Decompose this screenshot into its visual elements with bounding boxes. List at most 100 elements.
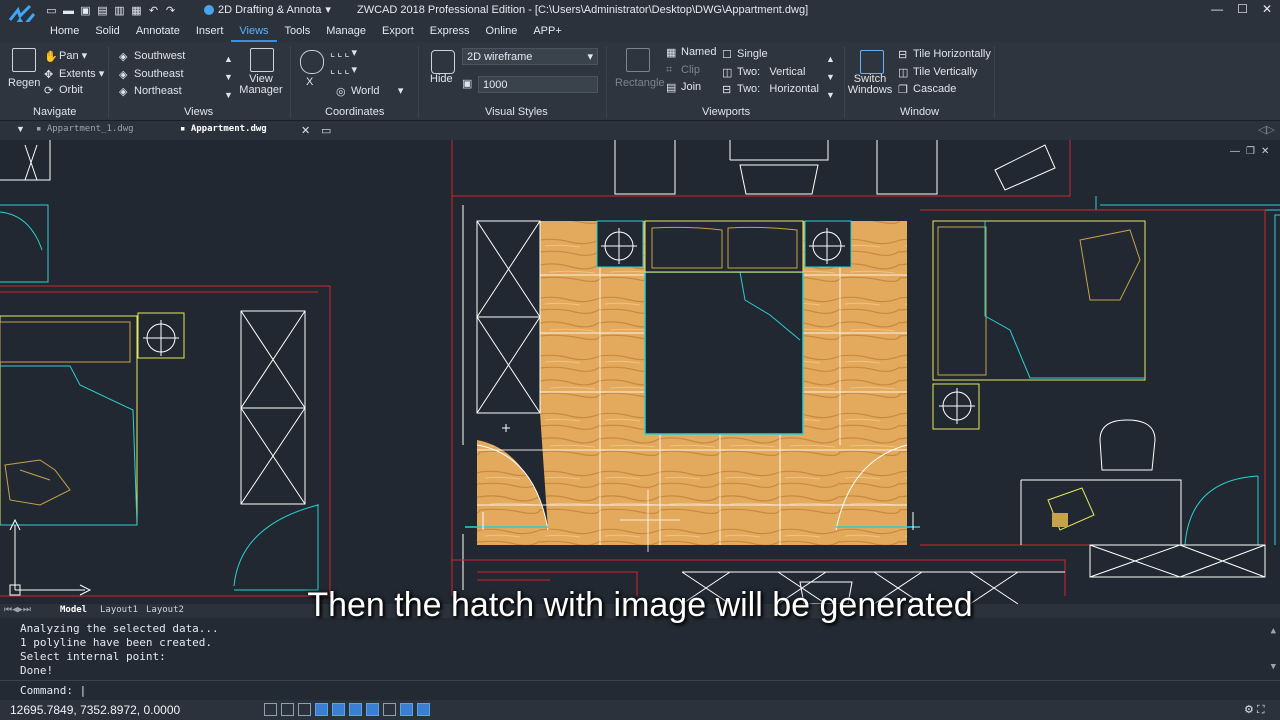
switch-windows-button[interactable]: Switch Windows [847, 74, 893, 96]
tab-online[interactable]: Online [478, 24, 526, 42]
join-label: Join [681, 81, 702, 93]
views-scroll[interactable]: ▲ ▼ ▼ [224, 50, 233, 104]
grid-toggle[interactable] [281, 703, 294, 716]
ucs-icon[interactable] [300, 50, 324, 74]
floor-plan [0, 140, 1280, 604]
cascade-button[interactable]: ❐ Cascade [898, 83, 956, 96]
two-vertical-viewport[interactable]: ◫ Two: Vertical [722, 66, 805, 79]
two-horizontal-viewport[interactable]: ⊟ Two: Horizontal [722, 83, 819, 96]
hide-icon[interactable] [431, 50, 455, 74]
ucs-x-icon[interactable]: X [306, 76, 313, 88]
rectangle-viewport-icon[interactable] [626, 48, 650, 72]
regen-button[interactable]: Regen [8, 77, 40, 89]
command-history-line: Select internal point: [20, 650, 166, 663]
save-icon[interactable]: ▣ [78, 3, 93, 18]
ucs-world-select[interactable]: ◎ World ▾ [336, 84, 403, 98]
new-tab-icon[interactable]: ▭ [321, 124, 331, 137]
otrack-toggle[interactable] [349, 703, 362, 716]
view-northeast[interactable]: ◈ Northeast [119, 85, 182, 99]
two-vertical-prefix: Two: [737, 66, 761, 78]
tab-app-[interactable]: APP+ [525, 24, 569, 42]
view-southeast[interactable]: ◈ Southeast [119, 68, 184, 81]
tab-solid[interactable]: Solid [87, 24, 127, 42]
window-panel-label: Window [900, 106, 940, 118]
visual-style-select[interactable]: 2D wireframe ▾ [462, 48, 598, 65]
zoom-extents-icon: ✥ [44, 69, 54, 82]
single-viewport-icon: ☐ [722, 49, 732, 62]
polar-toggle[interactable] [315, 703, 328, 716]
tile-horizontally-button[interactable]: ⊟ Tile Horizontally [898, 48, 991, 61]
command-scroll[interactable]: ▲ ▼ [1271, 622, 1276, 676]
tab-insert[interactable]: Insert [188, 24, 232, 42]
lineweight-toggle[interactable] [383, 703, 396, 716]
tab-express[interactable]: Express [422, 24, 478, 42]
tab-scroll-icon[interactable]: ◁▷ [1258, 123, 1275, 136]
view-manager-button[interactable]: View Manager [238, 74, 284, 96]
pan-button[interactable]: ✋Pan ▾ [44, 49, 87, 64]
named-icon: ▦ [666, 47, 677, 60]
tab-manage[interactable]: Manage [318, 24, 374, 42]
minimize-icon[interactable]: — [1211, 2, 1223, 16]
drawing-window-controls[interactable]: —❐✕ [1230, 146, 1275, 157]
rectangle-button[interactable]: Rectangle [615, 77, 665, 89]
facet-input[interactable]: 1000 [478, 76, 598, 93]
pan-label: Pan [59, 50, 79, 62]
tab-export[interactable]: Export [374, 24, 422, 42]
save-as-icon[interactable]: ▤ [95, 3, 110, 18]
northeast-view-icon: ◈ [119, 86, 128, 99]
document-tabs: ▼ ▪ Appartment_1.dwg ▪ Appartment.dwg ✕ … [0, 121, 1280, 140]
tab-views[interactable]: Views [231, 24, 277, 42]
close-icon[interactable]: ✕ [1262, 2, 1272, 16]
tab-menu-icon[interactable]: ▼ [16, 124, 25, 134]
print-icon[interactable]: ▥ [112, 3, 127, 18]
coordinates-readout: 12695.7849, 7352.8972, 0.0000 [10, 703, 181, 717]
tab-tools[interactable]: Tools [277, 24, 319, 42]
ucs-row1-icons[interactable]: ⌞⌞⌞▾ [330, 46, 359, 59]
maximize-icon[interactable]: ☐ [1237, 2, 1248, 16]
undo-icon[interactable]: ↶ [146, 3, 161, 18]
tp-toggle[interactable] [400, 703, 413, 716]
view-manager-icon[interactable] [250, 48, 274, 72]
open-folder-icon[interactable]: ▬ [61, 3, 76, 18]
named-viewports-button[interactable]: ▦ Named [666, 46, 716, 60]
regen-icon[interactable] [12, 48, 36, 72]
command-history-line: 1 polyline have been created. [20, 636, 213, 649]
window-controls: — ☐ ✕ [1211, 2, 1272, 16]
switch-windows-icon[interactable] [860, 50, 884, 74]
ribbon-tabs: Home Solid Annotate Insert Views Tools Manage E… [0, 22, 1280, 42]
clip-button[interactable]: ⌗ Clip [666, 64, 700, 76]
snap-toggle[interactable] [264, 703, 277, 716]
southwest-view-icon: ◈ [119, 51, 128, 64]
settings-gear-icon[interactable]: ⚙ ⛶ [1244, 703, 1265, 717]
northeast-label: Northeast [134, 85, 182, 97]
plot-preview-icon[interactable]: ▦ [129, 3, 144, 18]
viewports-scroll[interactable]: ▲ ▼ ▼ [826, 50, 835, 104]
hand-icon: ✋ [44, 51, 58, 64]
single-viewport[interactable]: ☐ Single [722, 48, 768, 62]
qp-toggle[interactable] [417, 703, 430, 716]
ortho-toggle[interactable] [298, 703, 311, 716]
orbit-button[interactable]: ⟳ Orbit [44, 84, 83, 97]
workspace-selector[interactable]: 2D Drafting & Annota ▾ [204, 3, 331, 16]
tab-home[interactable]: Home [42, 24, 87, 42]
view-southwest[interactable]: ◈ Southwest [119, 50, 185, 64]
ucs-row2-icons[interactable]: ⌞⌞⌞▾ [330, 63, 359, 76]
command-input[interactable]: Command: | [20, 684, 86, 697]
hide-button[interactable]: Hide [430, 73, 453, 85]
drawing-canvas[interactable]: —❐✕ [0, 140, 1280, 604]
tab-appartment-1[interactable]: ▪ Appartment_1.dwg [36, 124, 134, 134]
dyn-toggle[interactable] [366, 703, 379, 716]
extents-button[interactable]: ✥ Extents ▾ [44, 67, 104, 82]
join-button[interactable]: ▤ Join [666, 81, 702, 94]
new-file-icon[interactable]: ▭ [44, 3, 59, 18]
close-tab-icon[interactable]: ✕ [301, 124, 310, 137]
workspace-icon [204, 4, 214, 15]
osnap-toggle[interactable] [332, 703, 345, 716]
separator [844, 46, 845, 118]
title-bar: ▭ ▬ ▣ ▤ ▥ ▦ ↶ ↷ 2D Drafting & Annota ▾ Z… [0, 0, 1280, 29]
redo-icon[interactable]: ↷ [163, 3, 178, 18]
tile-v-label: Tile Vertically [913, 66, 978, 78]
tab-annotate[interactable]: Annotate [128, 24, 188, 42]
tab-appartment[interactable]: ▪ Appartment.dwg [180, 124, 267, 134]
tile-vertically-button[interactable]: ◫ Tile Vertically [898, 66, 978, 79]
